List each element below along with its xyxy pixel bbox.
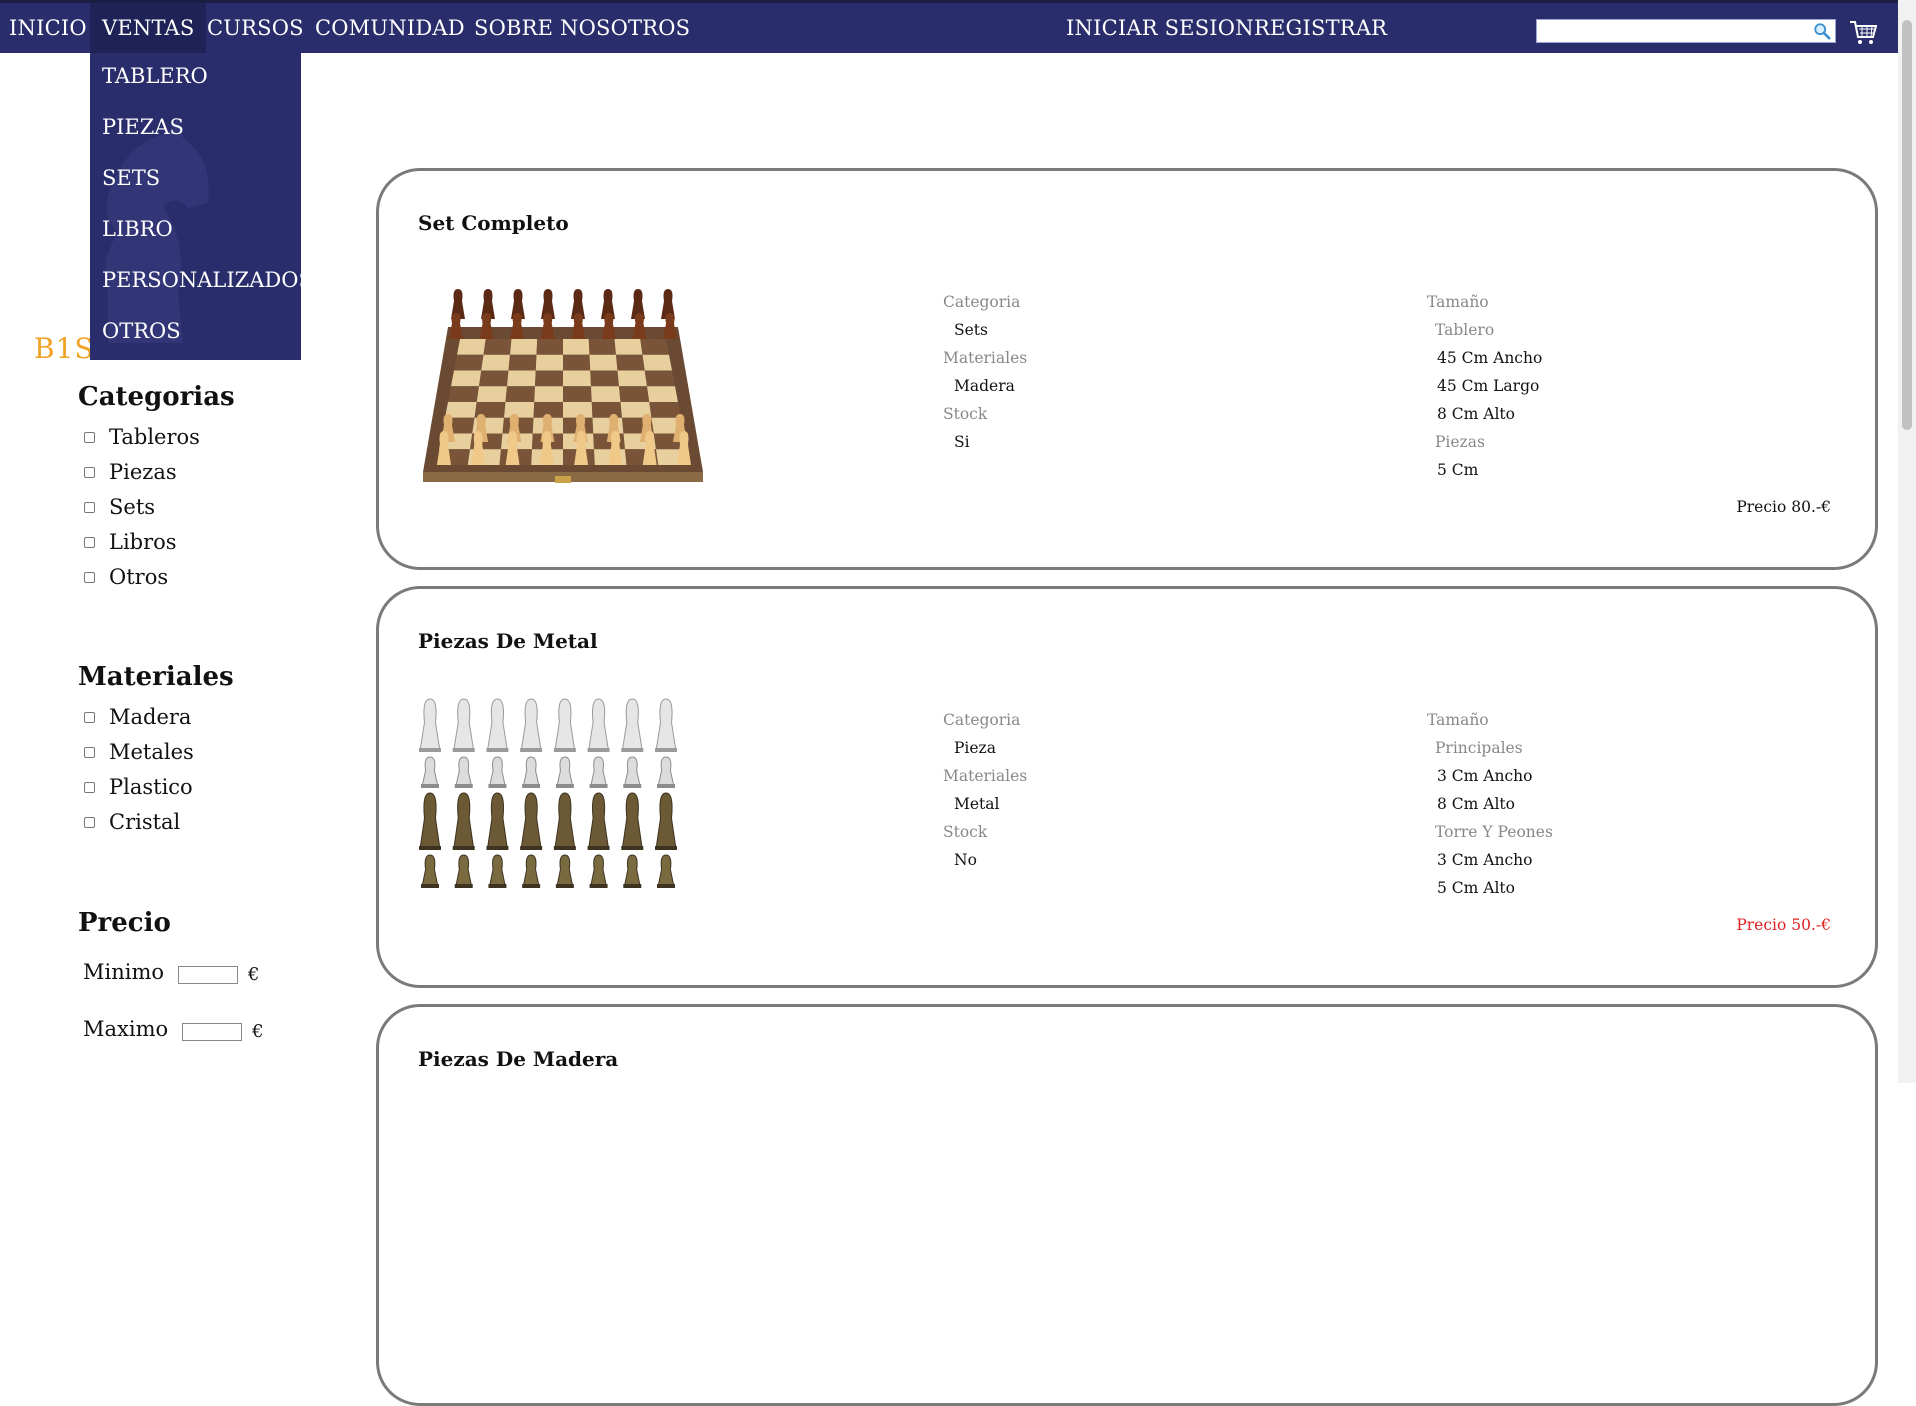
dropdown-item-tablero[interactable]: TABLERO: [102, 64, 208, 88]
cart-icon[interactable]: [1848, 17, 1878, 47]
currency-symbol: €: [252, 1021, 264, 1042]
product-title[interactable]: Piezas De Metal: [418, 629, 598, 653]
spec-label: Categoria: [943, 293, 1021, 311]
spec-value: 8 Cm Alto: [1437, 795, 1515, 813]
spec-label: Categoria: [943, 711, 1021, 729]
ventas-dropdown-menu: TABLERO PIEZAS SETS LIBRO PERSONALIZADOS…: [90, 53, 301, 360]
filter-option[interactable]: Sets: [84, 495, 155, 519]
currency-symbol: €: [248, 964, 260, 985]
dropdown-item-personalizados[interactable]: PERSONALIZADOS: [102, 268, 301, 292]
spec-value: Pieza: [954, 739, 996, 757]
dropdown-item-otros[interactable]: OTROS: [102, 319, 181, 343]
metal-pieces-image[interactable]: [418, 689, 678, 929]
spec-value: Madera: [954, 377, 1015, 395]
filter-option-label: Otros: [109, 565, 169, 589]
spec-sublabel: Piezas: [1435, 433, 1485, 451]
login-link[interactable]: INICIAR SESION: [1066, 3, 1254, 53]
filter-option-label: Madera: [109, 705, 192, 729]
scrollbar-thumb[interactable]: [1902, 20, 1912, 430]
filter-title-categorias: Categorias: [78, 382, 235, 412]
spec-value: 45 Cm Largo: [1437, 377, 1540, 395]
page-scrollbar[interactable]: [1898, 0, 1916, 1083]
filter-option[interactable]: Libros: [84, 530, 177, 554]
dropdown-item-sets[interactable]: SETS: [102, 166, 160, 190]
spec-label: Tamaño: [1427, 293, 1489, 311]
filter-option-label: Piezas: [109, 460, 177, 484]
spec-value: 5 Cm Alto: [1437, 879, 1515, 897]
nav-cursos[interactable]: CURSOS: [207, 3, 304, 53]
nav-sobre-nosotros[interactable]: SOBRE NOSOTROS: [474, 3, 690, 53]
product-price: Precio 80.-€: [1736, 498, 1831, 516]
spec-label: Materiales: [943, 349, 1028, 367]
checkbox[interactable]: [84, 746, 95, 758]
price-max-label: Maximo: [83, 1016, 169, 1041]
checkbox[interactable]: [84, 781, 95, 793]
nav-comunidad[interactable]: COMUNIDAD: [315, 3, 465, 53]
filter-title-materiales: Materiales: [78, 662, 234, 692]
price-min-label: Minimo: [83, 959, 165, 984]
spec-value: 8 Cm Alto: [1437, 405, 1515, 423]
filter-option-label: Metales: [109, 740, 194, 764]
spec-label: Materiales: [943, 767, 1028, 785]
checkbox[interactable]: [84, 571, 95, 583]
checkbox[interactable]: [84, 431, 95, 443]
product-card[interactable]: Piezas De Madera: [376, 1004, 1878, 1406]
spec-value: 3 Cm Ancho: [1437, 767, 1533, 785]
spec-value: Metal: [954, 795, 1000, 813]
price-max-row: Maximo €: [83, 1015, 264, 1043]
spec-value: 45 Cm Ancho: [1437, 349, 1543, 367]
spec-value: 5 Cm: [1437, 461, 1479, 479]
filter-option[interactable]: Plastico: [84, 775, 193, 799]
product-title[interactable]: Piezas De Madera: [418, 1047, 618, 1071]
top-navigation-bar: INICIO VENTAS CURSOS COMUNIDAD SOBRE NOS…: [0, 0, 1898, 53]
spec-value: 3 Cm Ancho: [1437, 851, 1533, 869]
checkbox[interactable]: [84, 536, 95, 548]
checkbox[interactable]: [84, 816, 95, 828]
filter-option[interactable]: Metales: [84, 740, 194, 764]
product-price: Precio 50.-€: [1736, 916, 1831, 934]
filter-title-precio: Precio: [78, 908, 171, 938]
nav-ventas[interactable]: VENTAS: [90, 3, 207, 53]
price-min-row: Minimo €: [83, 958, 260, 986]
filter-option-label: Tableros: [109, 425, 200, 449]
spec-sublabel: Tablero: [1435, 321, 1495, 339]
product-card[interactable]: Set Completo Categoria Sets Materiales M…: [376, 168, 1878, 570]
filter-option[interactable]: Tableros: [84, 425, 200, 449]
filter-option[interactable]: Piezas: [84, 460, 177, 484]
checkbox[interactable]: [84, 711, 95, 723]
dropdown-item-libro[interactable]: LIBRO: [102, 217, 173, 241]
search-input[interactable]: [1536, 19, 1836, 43]
filter-option-label: Libros: [109, 530, 177, 554]
spec-sublabel: Torre Y Peones: [1435, 823, 1553, 841]
checkbox[interactable]: [84, 466, 95, 478]
product-card[interactable]: Piezas De Metal Categoria Pieza Material…: [376, 586, 1878, 988]
spec-label: Stock: [943, 823, 988, 841]
spec-label: Tamaño: [1427, 711, 1489, 729]
filter-option-label: Cristal: [109, 810, 181, 834]
price-min-input[interactable]: [178, 965, 239, 984]
filter-option-label: Plastico: [109, 775, 193, 799]
search-icon[interactable]: [1813, 22, 1831, 40]
filter-option[interactable]: Madera: [84, 705, 191, 729]
spec-value: Si: [954, 433, 970, 451]
spec-value: No: [954, 851, 977, 869]
price-max-input[interactable]: [182, 1022, 243, 1041]
chess-set-image[interactable]: [418, 277, 708, 489]
nav-inicio[interactable]: INICIO: [9, 3, 87, 53]
filter-option-label: Sets: [109, 495, 156, 519]
filter-option[interactable]: Cristal: [84, 810, 180, 834]
spec-value: Sets: [954, 321, 988, 339]
dropdown-item-piezas[interactable]: PIEZAS: [102, 115, 184, 139]
spec-label: Stock: [943, 405, 988, 423]
spec-sublabel: Principales: [1435, 739, 1523, 757]
product-title[interactable]: Set Completo: [418, 211, 569, 235]
filter-option[interactable]: Otros: [84, 565, 168, 589]
checkbox[interactable]: [84, 501, 95, 513]
register-link[interactable]: REGISTRAR: [1254, 3, 1387, 53]
